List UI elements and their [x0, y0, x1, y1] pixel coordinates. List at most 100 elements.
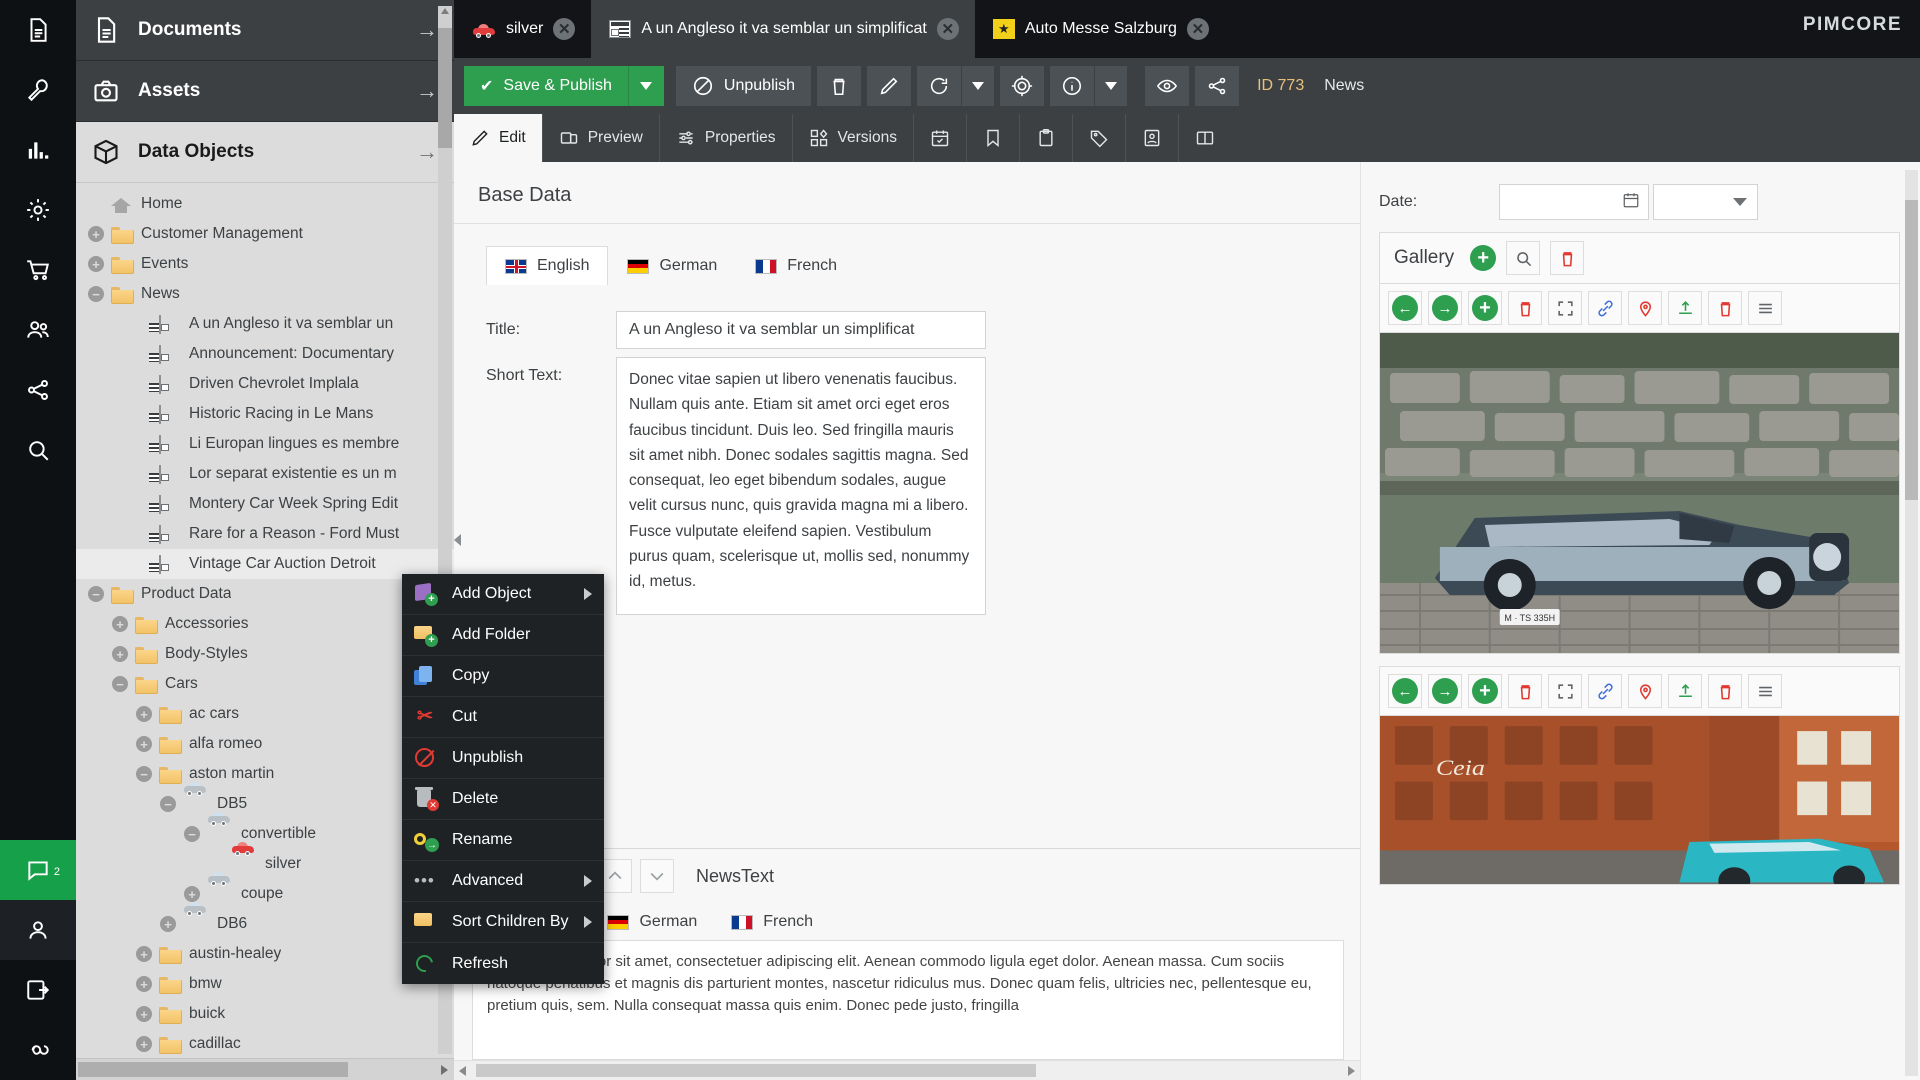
tree-node[interactable]: +ac cars [76, 699, 454, 729]
date-input[interactable] [1499, 184, 1649, 220]
logout-rail-icon[interactable] [0, 960, 76, 1020]
collapse-toggle-icon[interactable]: − [112, 676, 128, 692]
reload-dropdown-button[interactable] [962, 66, 994, 106]
delete-button[interactable] [817, 66, 861, 106]
tree-node[interactable]: +Accessories [76, 609, 454, 639]
close-tab-icon[interactable]: ✕ [553, 18, 575, 40]
language-tab-english[interactable]: English [486, 246, 608, 285]
tree-node[interactable]: Driven Chevrolet Implala [76, 369, 454, 399]
tools-rail-icon[interactable] [0, 60, 76, 120]
context-menu-item-refresh[interactable]: Refresh [402, 943, 604, 984]
image-link-button[interactable] [1588, 674, 1622, 708]
gallery-add-button[interactable]: + [1470, 245, 1496, 271]
image-upload-button[interactable] [1668, 291, 1702, 325]
tree-node[interactable]: −News [76, 279, 454, 309]
image-link-button[interactable] [1588, 291, 1622, 325]
image-prev-button[interactable]: ← [1388, 674, 1422, 708]
news-language-tab-german[interactable]: German [590, 903, 714, 940]
expand-toggle-icon[interactable]: + [112, 646, 128, 662]
language-tab-french[interactable]: French [736, 246, 856, 285]
tree-node[interactable]: +cadillac [76, 1029, 454, 1059]
expand-toggle-icon[interactable]: + [160, 916, 176, 932]
expand-toggle-icon[interactable]: + [136, 976, 152, 992]
collapse-toggle-icon[interactable]: − [136, 766, 152, 782]
context-menu-item-add-folder[interactable]: +Add Folder [402, 615, 604, 656]
ecommerce-rail-icon[interactable] [0, 240, 76, 300]
tree-scroll-thumb[interactable] [438, 28, 452, 148]
image-fullscreen-button[interactable] [1548, 291, 1582, 325]
tree-node[interactable]: A un Angleso it va semblar un [76, 309, 454, 339]
collapse-toggle-icon[interactable]: − [184, 826, 200, 842]
panel-header-data-objects[interactable]: Data Objects → [76, 122, 454, 183]
image-prev-button[interactable]: ← [1388, 291, 1422, 325]
news-language-tab-french[interactable]: French [714, 903, 830, 940]
tree-node[interactable]: −Cars [76, 669, 454, 699]
gallery-image-1[interactable]: M · TS 335H [1379, 332, 1900, 654]
notifications-rail-icon[interactable]: 2 [0, 840, 76, 900]
reports-rail-icon[interactable] [0, 120, 76, 180]
open-tab[interactable]: A un Angleso it va semblar un simplifica… [591, 0, 974, 58]
expand-toggle-icon[interactable]: + [136, 706, 152, 722]
gallery-vertical-scrollbar[interactable] [1905, 170, 1918, 1076]
tree-node[interactable]: Vintage Car Auction Detroit [76, 549, 454, 579]
gallery-search-button[interactable] [1506, 241, 1540, 275]
expand-toggle-icon[interactable]: + [136, 736, 152, 752]
tab-notes[interactable] [1125, 114, 1178, 162]
context-menu-item-rename[interactable]: →Rename [402, 820, 604, 861]
tree-node[interactable]: +Customer Management [76, 219, 454, 249]
collapse-toggle-icon[interactable]: − [88, 586, 104, 602]
tree-node[interactable]: silver [76, 849, 454, 879]
date-dropdown[interactable] [1653, 184, 1758, 220]
image-menu-button[interactable] [1748, 291, 1782, 325]
image-add-button[interactable]: + [1468, 674, 1502, 708]
reload-button[interactable] [917, 66, 961, 106]
settings-rail-icon[interactable] [0, 180, 76, 240]
image-next-button[interactable]: → [1428, 674, 1462, 708]
pimcore-rail-icon[interactable] [0, 1020, 76, 1080]
tree-node[interactable]: Rare for a Reason - Ford Must [76, 519, 454, 549]
news-move-down-button[interactable] [640, 859, 674, 893]
tree-node[interactable]: Historic Racing in Le Mans [76, 399, 454, 429]
scroll-right-arrow-icon[interactable] [441, 1065, 448, 1075]
context-menu-item-advanced[interactable]: •••Advanced [402, 861, 604, 902]
info-button[interactable] [1050, 66, 1094, 106]
tree-node[interactable]: −aston martin [76, 759, 454, 789]
gallery-delete-button[interactable] [1550, 241, 1584, 275]
panel-header-assets[interactable]: Assets → [76, 61, 454, 122]
image-remove-button[interactable] [1708, 291, 1742, 325]
tree-node[interactable]: +austin-healey [76, 939, 454, 969]
tab-columns[interactable] [1178, 114, 1231, 162]
locate-button[interactable] [1000, 66, 1044, 106]
image-delete-button[interactable] [1508, 291, 1542, 325]
title-input[interactable]: A un Angleso it va semblar un simplifica… [616, 311, 986, 349]
image-marker-button[interactable] [1628, 291, 1662, 325]
collapse-toggle-icon[interactable]: − [88, 286, 104, 302]
expand-toggle-icon[interactable]: + [88, 256, 104, 272]
gallery-image-2[interactable]: Ceia [1379, 715, 1900, 885]
tree-node[interactable]: −DB5 [76, 789, 454, 819]
image-add-button[interactable]: + [1468, 291, 1502, 325]
tree-node[interactable]: +coupe [76, 879, 454, 909]
tree-node[interactable]: +buick [76, 999, 454, 1029]
documents-rail-icon[interactable] [0, 0, 76, 60]
save-and-publish-button[interactable]: ✔ Save & Publish [464, 66, 628, 106]
context-menu-item-sort-children-by[interactable]: Sort Children By [402, 902, 604, 943]
search-rail-icon[interactable] [0, 420, 76, 480]
tree-node[interactable]: −convertible [76, 819, 454, 849]
image-upload-button[interactable] [1668, 674, 1702, 708]
image-marker-button[interactable] [1628, 674, 1662, 708]
open-tab[interactable]: silver✕ [454, 0, 591, 58]
tree-node[interactable]: Li Europan lingues es membre [76, 429, 454, 459]
tree-context-menu[interactable]: +Add Object+Add FolderCopy✂CutUnpublish✕… [402, 574, 604, 984]
tree-node[interactable]: Lor separat existentie es un m [76, 459, 454, 489]
image-remove-button[interactable] [1708, 674, 1742, 708]
image-next-button[interactable]: → [1428, 291, 1462, 325]
info-dropdown-button[interactable] [1095, 66, 1127, 106]
tree-node[interactable]: Home [76, 189, 454, 219]
marketing-rail-icon[interactable] [0, 360, 76, 420]
tab-versions[interactable]: Versions [792, 114, 913, 162]
tree-node[interactable]: Montery Car Week Spring Edit [76, 489, 454, 519]
tab-bookmark[interactable] [966, 114, 1019, 162]
customers-rail-icon[interactable] [0, 300, 76, 360]
preview-button[interactable] [1145, 66, 1189, 106]
